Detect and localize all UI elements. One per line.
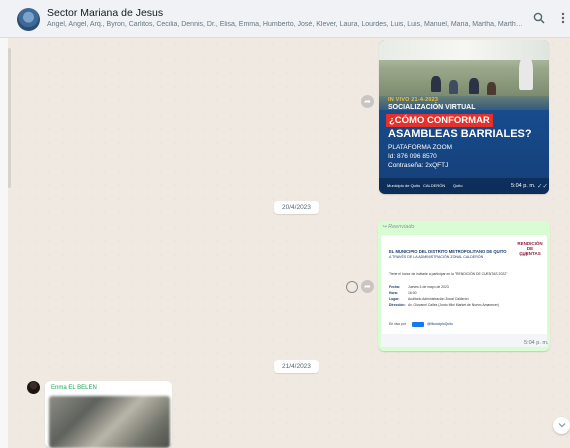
- scrollbar[interactable]: [8, 48, 11, 188]
- poster-line-1: SOCIALIZACIÓN VIRTUAL: [388, 104, 476, 111]
- invite-text: Tiene el honor de invitarle a participar…: [389, 272, 508, 276]
- message-time: 5:04 p. m.: [511, 183, 536, 189]
- scroll-down-icon[interactable]: [553, 417, 570, 434]
- poster-line-2: ¿CÓMO CONFORMAR: [386, 114, 493, 127]
- chat-list-edge: [0, 38, 8, 448]
- facebook-live-icon: [412, 322, 424, 327]
- sender-name[interactable]: Enma EL BELEN: [51, 385, 97, 391]
- date-separator: 21/4/2023: [274, 360, 319, 373]
- forward-icon[interactable]: ➦: [361, 280, 374, 293]
- poster-password: Contraseña: 2xQFTJ: [388, 162, 449, 169]
- invite-row: Dirección: Av. Giovanni Calles (Junto Min…: [389, 303, 499, 307]
- poster-line-3: ASAMBLEAS BARRIALES?: [388, 128, 532, 140]
- live-prefix: En vivo por: [389, 322, 406, 326]
- select-message-icon[interactable]: [346, 281, 358, 293]
- invite-row: Lugar: Auditorio Administración Zonal Cal…: [389, 297, 469, 301]
- forwarded-label: ↪ Reenviado: [382, 224, 415, 230]
- poster-tag: IN VIVO 21-4-2023: [388, 97, 439, 103]
- poster-platform: PLATAFORMA ZOOM: [388, 144, 453, 151]
- image-message[interactable]: IN VIVO 21-4-2023 SOCIALIZACIÓN VIRTUAL …: [379, 40, 549, 194]
- invitation-image[interactable]: EL MUNICIPIO DEL DISTRITO METROPOLITANO …: [381, 235, 547, 347]
- invite-header-1: EL MUNICIPIO DEL DISTRITO METROPOLITANO …: [389, 249, 507, 254]
- forward-icon[interactable]: ➦: [361, 95, 374, 108]
- forwarded-message[interactable]: ↪ Reenviado EL MUNICIPIO DEL DISTRITO ME…: [378, 221, 550, 351]
- poster-meeting-id: Id: 876 096 8570: [388, 153, 437, 160]
- sender-avatar[interactable]: [27, 381, 40, 394]
- search-icon[interactable]: [532, 12, 546, 26]
- invite-header-2: A TRAVÉS DE LA ADMINISTRACIÓN ZONAL CALD…: [389, 255, 484, 259]
- invite-footer-logos: [381, 334, 547, 347]
- kebab-menu-icon[interactable]: [556, 12, 570, 26]
- date-separator: 20/4/2023: [274, 201, 319, 214]
- message-time: 5:04 p. m.: [524, 340, 549, 346]
- chat-title[interactable]: Sector Mariana de Jesus: [47, 7, 163, 19]
- quito-logo: Quito: [453, 183, 463, 188]
- municipio-logo: Municipio de Quito: [387, 183, 421, 188]
- chat-header[interactable]: Sector Mariana de Jesus Angel, Angel, Ar…: [0, 0, 570, 38]
- invite-row: Hora: 16:00: [389, 291, 417, 295]
- invite-row: Fecha: Jueves 4 de mayo de 2023: [389, 285, 449, 289]
- chat-members-list[interactable]: Angel, Angel, Arq., Byron, Carlitos, Cec…: [47, 21, 525, 28]
- incoming-image-message[interactable]: Enma EL BELEN: [45, 381, 172, 448]
- read-receipt-icon: ✓✓: [537, 183, 548, 190]
- rendicion-year: 2022: [520, 253, 528, 257]
- live-handle: @MunicipioQuito: [427, 322, 453, 326]
- group-avatar[interactable]: [17, 8, 40, 31]
- blurred-image[interactable]: [49, 396, 170, 448]
- chat-area[interactable]: ➦ IN VIVO 21-4-2023 SOCIALIZACIÓN VIRTUA…: [0, 38, 570, 448]
- calderon-logo: CALDERÓN: [423, 183, 446, 188]
